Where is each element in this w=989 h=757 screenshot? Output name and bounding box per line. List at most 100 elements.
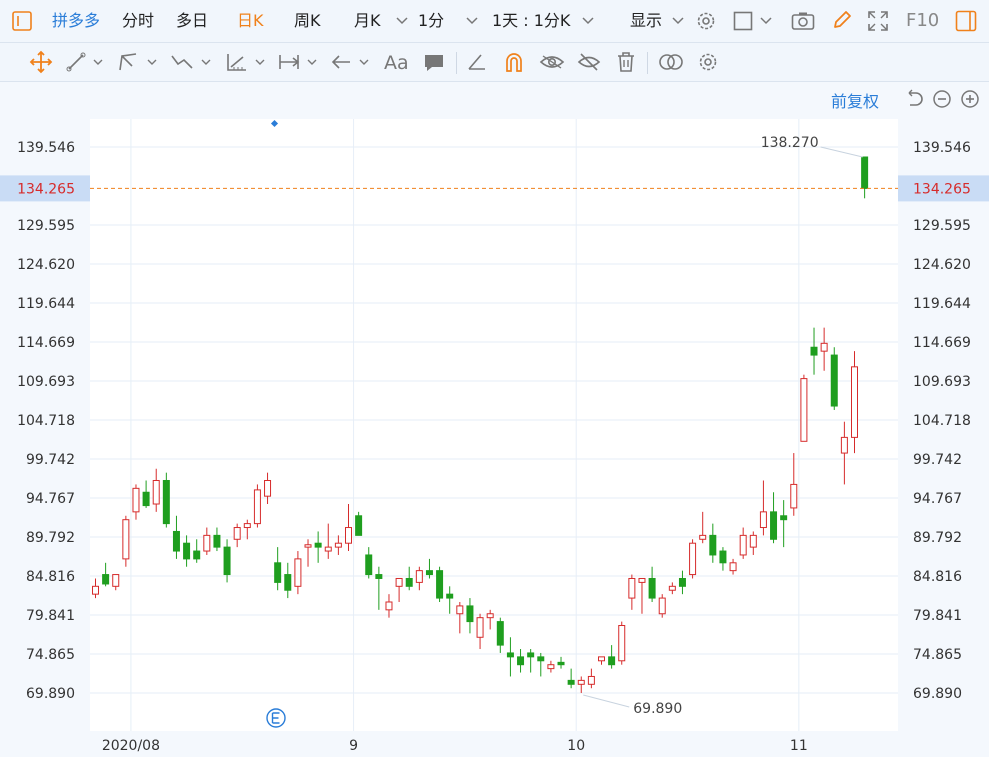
- candle-body: [709, 534, 717, 556]
- y-tick-label-right: 69.890: [913, 686, 962, 702]
- y-tick-label-left: 79.841: [26, 608, 75, 624]
- current-price-label-right: 134.265: [913, 181, 971, 197]
- candle-body: [405, 577, 413, 587]
- y-tick-label-right: 139.546: [913, 140, 971, 156]
- y-tick-label-left: 94.767: [26, 491, 75, 507]
- candle-body: [800, 378, 808, 442]
- candle-body: [425, 570, 433, 576]
- candle-body: [719, 550, 727, 564]
- candle-body: [699, 534, 707, 540]
- candle-body: [678, 577, 686, 587]
- y-tick-label-left: 99.742: [26, 452, 75, 468]
- candle-body: [466, 605, 474, 623]
- candle-body: [689, 542, 697, 576]
- candle-body: [830, 354, 838, 407]
- y-tick-label-right: 74.865: [913, 647, 962, 663]
- candle-body: [304, 544, 312, 548]
- y-tick-label-right: 104.718: [913, 413, 971, 429]
- candle-body: [820, 342, 828, 352]
- candle-body: [223, 546, 231, 576]
- candle-body: [345, 527, 352, 544]
- candle-body: [314, 542, 322, 548]
- candle-body: [385, 601, 393, 611]
- candle-body: [436, 570, 444, 599]
- candle-body: [638, 577, 646, 583]
- candle-body: [749, 534, 757, 548]
- y-tick-label-right: 129.595: [913, 218, 971, 234]
- candle-body: [446, 593, 454, 599]
- candle-body: [517, 656, 525, 666]
- candle-body: [527, 652, 535, 658]
- candle-body: [102, 574, 110, 585]
- candle-body: [557, 661, 565, 666]
- candle-body: [608, 656, 616, 666]
- y-tick-label-left: 69.890: [26, 686, 75, 702]
- candle-body: [840, 436, 848, 454]
- candle-body: [618, 625, 626, 662]
- candle-body: [183, 542, 191, 560]
- candle-body: [861, 156, 869, 189]
- candle-body: [810, 346, 818, 356]
- candle-body: [486, 613, 494, 619]
- y-tick-label-left: 139.546: [17, 140, 75, 156]
- candle-body: [365, 554, 373, 576]
- y-tick-label-left: 114.669: [17, 335, 75, 351]
- y-tick-label-right: 94.767: [913, 491, 962, 507]
- candle-body: [537, 656, 545, 662]
- candle-body: [92, 585, 99, 595]
- y-tick-label-left: 124.620: [17, 257, 75, 273]
- candle-body: [132, 487, 140, 513]
- candle-body: [172, 530, 180, 552]
- x-tick-label: 10: [567, 738, 585, 754]
- y-tick-label-left: 104.718: [17, 413, 75, 429]
- candlestick-chart[interactable]: 134.265 134.265 138.270 69.890 139.546 139.5…: [0, 0, 989, 757]
- y-tick-label-left: 74.865: [26, 647, 75, 663]
- candle-body: [152, 479, 160, 505]
- candle-body: [395, 577, 403, 587]
- candle-body: [253, 489, 261, 525]
- y-tick-label-right: 119.644: [913, 296, 971, 312]
- candle-body: [790, 483, 798, 509]
- candle-body: [375, 574, 383, 579]
- y-tick-label-right: 114.669: [913, 335, 971, 351]
- candle-body: [476, 617, 484, 638]
- candle-body: [780, 515, 788, 521]
- candle-body: [193, 550, 201, 560]
- candle-body: [324, 546, 332, 552]
- candle-body: [567, 679, 575, 685]
- candle-body: [284, 574, 292, 591]
- candle-body: [547, 664, 555, 670]
- plot-area: [90, 119, 898, 731]
- y-tick-label-left: 84.816: [26, 569, 75, 585]
- candle-body: [294, 558, 302, 587]
- x-tick-label: 2020/08: [102, 738, 160, 754]
- y-tick-label-right: 124.620: [913, 257, 971, 273]
- candle-body: [648, 577, 656, 599]
- low-price-annotation: 69.890: [633, 701, 682, 717]
- y-tick-label-right: 84.816: [913, 569, 962, 585]
- candle-body: [598, 656, 605, 662]
- candle-body: [274, 562, 282, 583]
- y-tick-label-right: 89.792: [913, 530, 962, 546]
- candle-body: [456, 605, 464, 615]
- candle-body: [243, 523, 251, 529]
- candle-body: [668, 585, 676, 591]
- y-tick-label-left: 119.644: [17, 296, 75, 312]
- candle-body: [355, 515, 363, 536]
- candle-body: [496, 621, 504, 646]
- x-tick-label: 9: [349, 738, 358, 754]
- candle-body: [759, 511, 767, 529]
- candle-body: [334, 542, 342, 548]
- y-tick-label-right: 99.742: [913, 452, 962, 468]
- y-tick-label-right: 109.693: [913, 374, 971, 390]
- candle-body: [415, 570, 423, 583]
- candle-body: [142, 491, 150, 507]
- candle-body: [122, 519, 130, 560]
- y-tick-label-left: 89.792: [26, 530, 75, 546]
- current-price-label-left: 134.265: [17, 181, 75, 197]
- candle-body: [112, 574, 120, 587]
- candle-body: [587, 675, 595, 685]
- candle-body: [506, 652, 514, 658]
- y-tick-label-left: 129.595: [17, 218, 75, 234]
- candle-body: [851, 366, 858, 438]
